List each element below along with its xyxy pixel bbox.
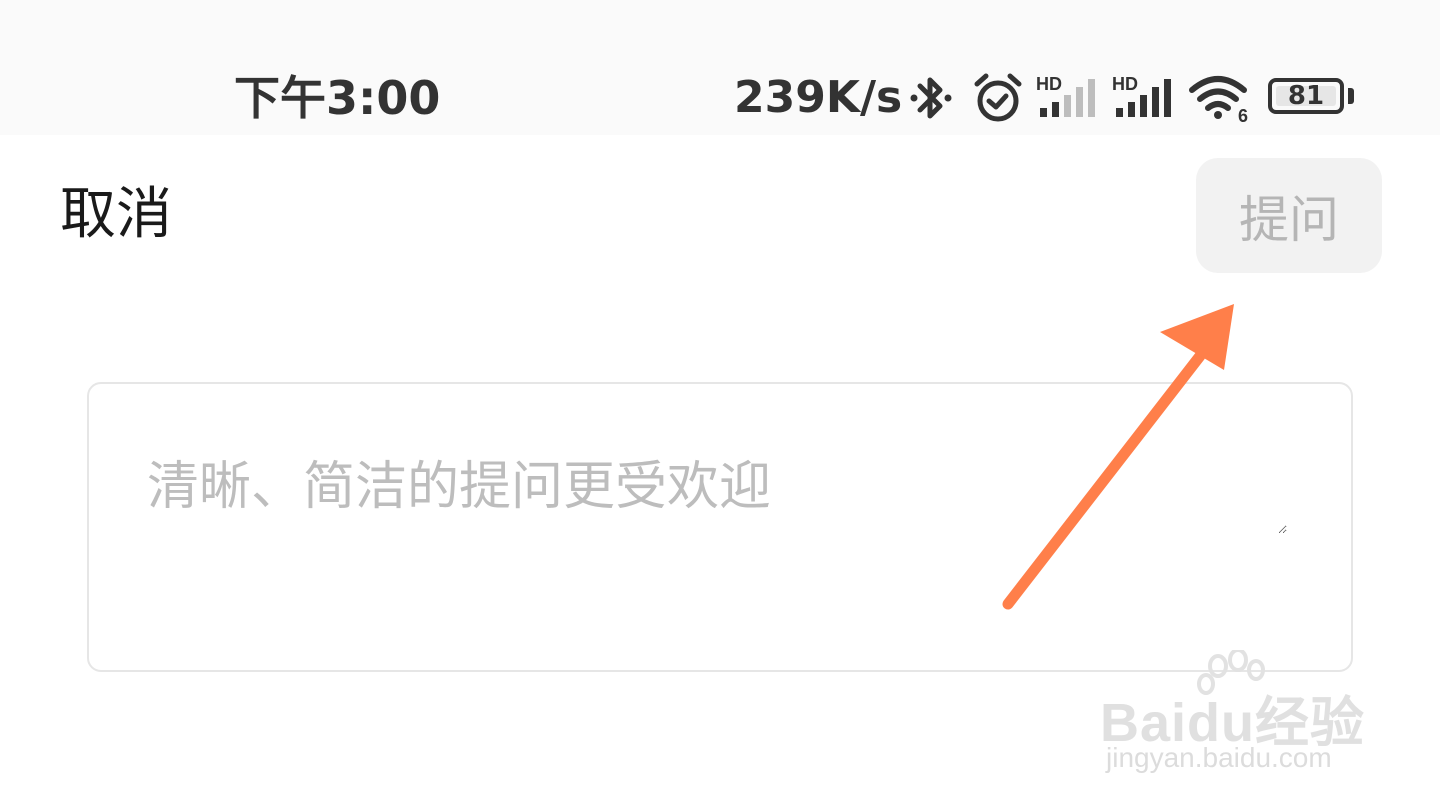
watermark-url: jingyan.baidu.com: [1106, 742, 1332, 773]
alarm-icon: [974, 73, 1022, 122]
status-time: 下午3:00: [234, 71, 441, 125]
status-bar: 下午3:00 239K/s HD HD 6: [0, 0, 1440, 135]
annotation-arrow-icon: [1002, 304, 1234, 610]
battery-percentage: 81: [1287, 81, 1325, 111]
network-speed: 239K/s: [734, 72, 903, 123]
ask-question-button[interactable]: 提问: [1196, 158, 1382, 273]
wifi6-icon: 6: [1189, 76, 1248, 126]
hd-signal-icon-1: HD: [1036, 74, 1095, 117]
svg-text:HD: HD: [1036, 74, 1062, 94]
hd-signal-icon-2: HD: [1112, 74, 1171, 117]
battery-nub: [1348, 88, 1354, 104]
battery-icon: 81: [1268, 78, 1344, 114]
bluetooth-icon: [910, 77, 952, 119]
cancel-button[interactable]: 取消: [60, 182, 172, 248]
svg-text:6: 6: [1238, 106, 1248, 126]
svg-text:HD: HD: [1112, 74, 1138, 94]
baidu-watermark: Baidu经验 jingyan.baidu.com: [1100, 650, 1370, 790]
